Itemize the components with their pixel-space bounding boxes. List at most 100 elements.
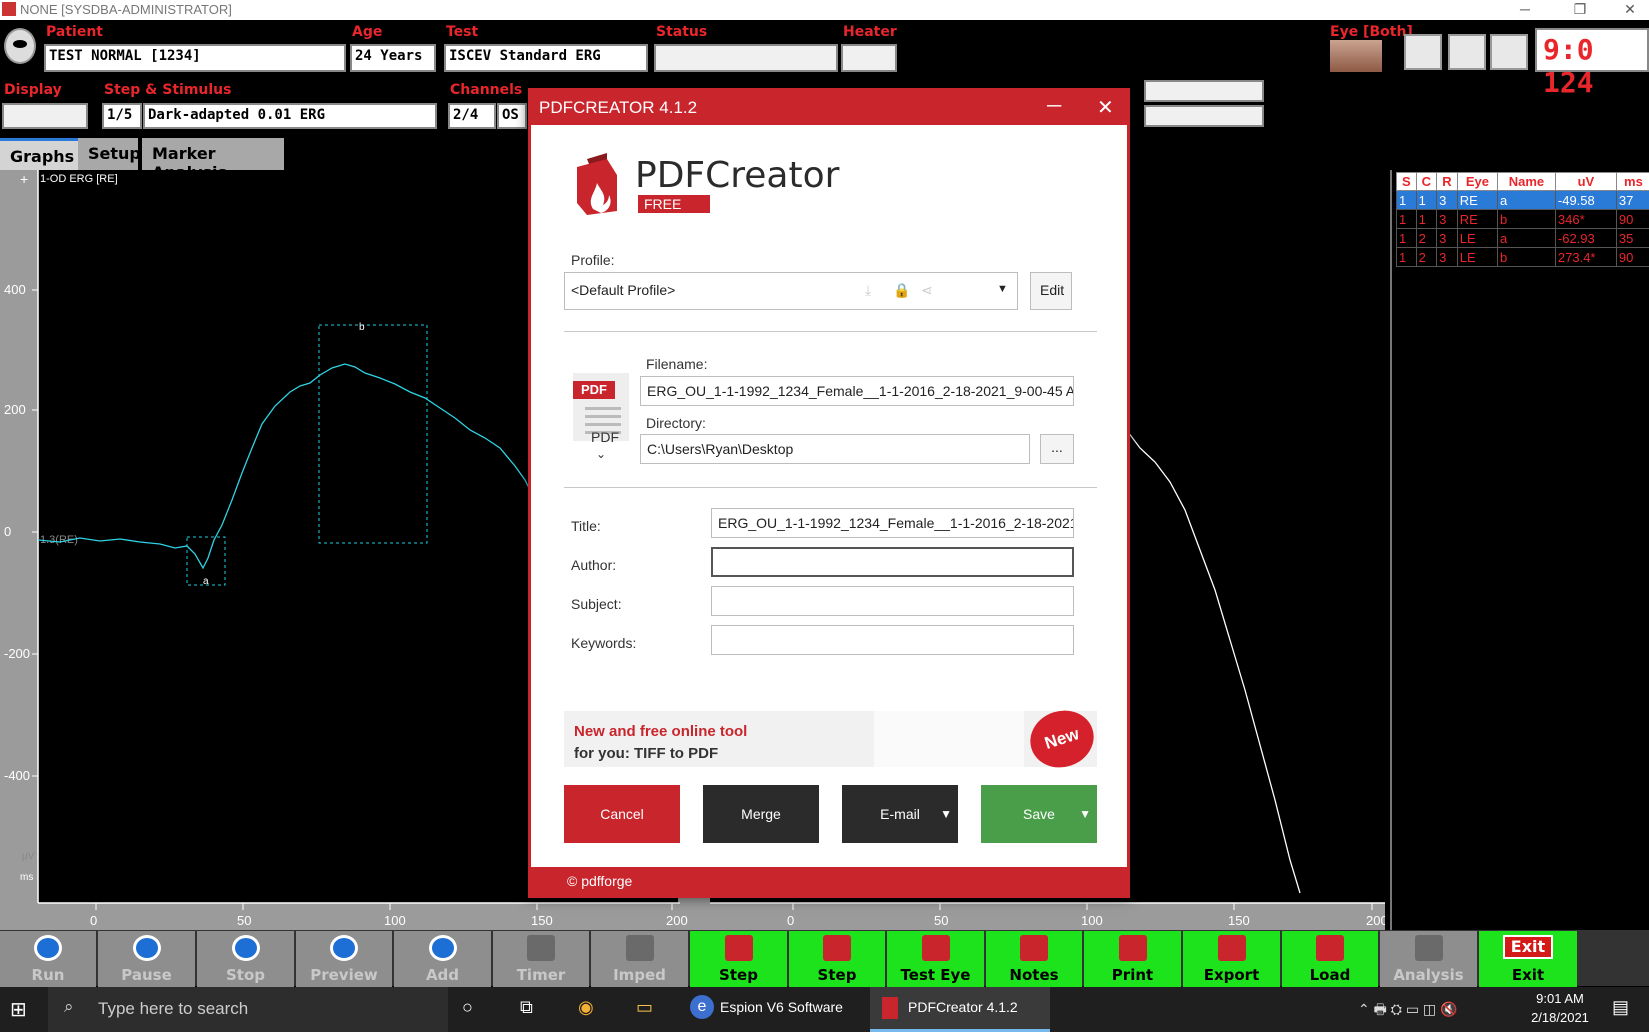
chrome-icon[interactable]: ◉ bbox=[578, 987, 608, 1032]
keywords-label: Keywords: bbox=[571, 635, 637, 651]
lamp-icon[interactable] bbox=[1404, 34, 1442, 70]
cancel-button[interactable]: Cancel bbox=[564, 785, 680, 843]
restore-button[interactable]: ❐ bbox=[1560, 0, 1600, 20]
save-chevron-icon[interactable]: ▼ bbox=[1079, 785, 1091, 843]
results-row[interactable]: 1 1 3 RE b 346* 90 bbox=[1396, 209, 1649, 229]
timer-button[interactable]: Timer bbox=[493, 931, 589, 987]
analysis-button[interactable]: Analysis bbox=[1380, 931, 1477, 987]
promo-banner[interactable]: New and free online tool for you: TIFF t… bbox=[564, 702, 1102, 776]
profile-dropdown[interactable]: <Default Profile> ⤓ 🔒 ⋖ ▼ bbox=[564, 272, 1018, 310]
keywords-input[interactable] bbox=[711, 625, 1074, 655]
results-row[interactable]: 1 2 3 LE b 273.4* 90 bbox=[1396, 247, 1649, 267]
dialog-close-button[interactable]: ✕ bbox=[1097, 95, 1114, 120]
taskbar-espion[interactable]: e Espion V6 Software bbox=[682, 987, 862, 1032]
export-button[interactable]: Export bbox=[1183, 931, 1280, 987]
step-button[interactable]: Step bbox=[789, 931, 885, 987]
step-stimulus-field: Dark-adapted 0.01 ERG bbox=[143, 103, 437, 129]
results-header-cell[interactable]: uV bbox=[1554, 172, 1617, 191]
toolbar-button-label: Export bbox=[1203, 966, 1260, 984]
directory-input[interactable]: C:\Users\Ryan\Desktop bbox=[640, 434, 1030, 464]
test-label: Test bbox=[446, 24, 479, 40]
save-button[interactable]: Save ▼ bbox=[981, 785, 1097, 843]
taskbar-clock[interactable]: 9:01 AM 2/18/2021 bbox=[1520, 987, 1600, 1032]
tab-graphs[interactable]: Graphs bbox=[0, 138, 78, 170]
results-cell: -62.93 bbox=[1554, 228, 1617, 248]
right-field-1 bbox=[1144, 80, 1264, 102]
patient-label: Patient bbox=[46, 24, 103, 40]
results-cell: 1 bbox=[1396, 228, 1417, 248]
app-icon bbox=[2, 2, 16, 16]
imped-button[interactable]: Imped bbox=[591, 931, 688, 987]
step-label: Step & Stimulus bbox=[104, 82, 232, 98]
tab-setup[interactable]: Setup bbox=[78, 138, 141, 170]
tab-marker-analysis[interactable]: Marker Analysis bbox=[142, 138, 284, 182]
results-cell: 1 bbox=[1415, 209, 1438, 229]
channels-field: OS bbox=[497, 103, 527, 129]
minimize-button[interactable]: ─ bbox=[1505, 0, 1545, 20]
results-row[interactable]: 1 1 3 RE a -49.58 37 bbox=[1396, 190, 1649, 210]
results-header-cell[interactable]: R bbox=[1436, 172, 1458, 191]
task-view-icon[interactable]: ⧉ bbox=[520, 987, 550, 1032]
results-cell: LE bbox=[1456, 247, 1499, 267]
results-header-cell[interactable]: S bbox=[1396, 172, 1417, 191]
display-label: Display bbox=[4, 82, 62, 98]
results-cell: 273.4* bbox=[1554, 247, 1617, 267]
new-badge: New bbox=[1022, 702, 1102, 776]
close-window-button[interactable]: ✕ bbox=[1610, 0, 1649, 20]
add-button[interactable]: Add bbox=[394, 931, 491, 987]
y-tick-label: 0 bbox=[4, 524, 11, 539]
x-tick-label-right: 150 bbox=[1228, 913, 1250, 928]
print-button[interactable]: Print bbox=[1084, 931, 1181, 987]
record-icon bbox=[34, 935, 62, 961]
status-field bbox=[654, 44, 838, 72]
test-eye-button[interactable]: Test Eye bbox=[887, 931, 984, 987]
subject-input[interactable] bbox=[711, 586, 1074, 616]
merge-button[interactable]: Merge bbox=[703, 785, 819, 843]
windows-start-icon[interactable]: ⊞ bbox=[10, 987, 46, 1032]
browse-button[interactable]: ... bbox=[1040, 434, 1074, 464]
step-button[interactable]: Step bbox=[690, 931, 787, 987]
run-button[interactable]: Run bbox=[0, 931, 96, 987]
taskbar-search[interactable]: ⌕ Type here to search bbox=[48, 987, 448, 1032]
results-panel: S C R Eye Name uV ms 1 1 3 RE a -49.58 37 1 1 3 RE b 346* 9… bbox=[1390, 170, 1649, 930]
stop-icon bbox=[231, 935, 260, 961]
load-button[interactable]: Load bbox=[1282, 931, 1378, 987]
author-input[interactable] bbox=[711, 547, 1074, 577]
results-cell: 2 bbox=[1415, 228, 1438, 248]
file-explorer-icon[interactable]: ▭ bbox=[636, 987, 666, 1032]
analysis-icon bbox=[1414, 935, 1443, 961]
sound-icon[interactable] bbox=[1448, 34, 1486, 70]
edit-profile-button[interactable]: Edit bbox=[1030, 272, 1072, 310]
results-row[interactable]: 1 2 3 LE a -62.93 35 bbox=[1396, 228, 1649, 248]
format-chevron-icon[interactable]: ⌄ bbox=[596, 447, 606, 461]
email-chevron-icon[interactable]: ▼ bbox=[940, 785, 952, 843]
graph-icon[interactable] bbox=[1490, 34, 1528, 70]
preview-button[interactable]: Preview bbox=[296, 931, 392, 987]
dialog-minimize-button[interactable]: ─ bbox=[1047, 95, 1061, 118]
results-header-cell[interactable]: ms bbox=[1615, 172, 1649, 191]
x-tick-label-right: 100 bbox=[1081, 913, 1103, 928]
toolbar-button-label: Exit bbox=[1511, 966, 1545, 984]
system-tray-icons[interactable]: ⌃ 🖶 ⛭ ▭ ◫ 🔇 bbox=[1358, 987, 1508, 1032]
y-tick-label: 200 bbox=[4, 402, 26, 417]
filename-input[interactable]: ERG_OU_1-1-1992_1234_Female__1-1-2016_2-… bbox=[640, 376, 1074, 406]
results-header-cell[interactable]: Name bbox=[1497, 172, 1556, 191]
taskbar-pdfcreator[interactable]: PDFCreator 4.1.2 bbox=[870, 987, 1050, 1032]
email-button[interactable]: E-mail ▼ bbox=[842, 785, 958, 843]
results-header-cell[interactable]: Eye bbox=[1456, 172, 1499, 191]
exit-button[interactable]: Exit Exit bbox=[1479, 931, 1577, 987]
results-cell: -49.58 bbox=[1554, 190, 1617, 210]
results-header-cell[interactable]: C bbox=[1415, 172, 1438, 191]
x-tick-label-right: 50 bbox=[934, 913, 948, 928]
results-cell: LE bbox=[1456, 228, 1499, 248]
cortana-icon[interactable]: ○ bbox=[462, 987, 492, 1032]
profile-label: Profile: bbox=[571, 252, 615, 268]
notifications-icon[interactable]: ▤ bbox=[1612, 987, 1642, 1032]
age-field: 24 Years bbox=[350, 44, 436, 72]
results-cell: 3 bbox=[1436, 209, 1458, 229]
pause-button[interactable]: Pause bbox=[98, 931, 195, 987]
notes-button[interactable]: Notes bbox=[986, 931, 1082, 987]
title-input[interactable]: ERG_OU_1-1-1992_1234_Female__1-1-2016_2-… bbox=[711, 508, 1074, 538]
stop-button[interactable]: Stop bbox=[197, 931, 294, 987]
x-ticks: 0 50 100 150 200 0 50 100 150 200 bbox=[90, 903, 1385, 928]
